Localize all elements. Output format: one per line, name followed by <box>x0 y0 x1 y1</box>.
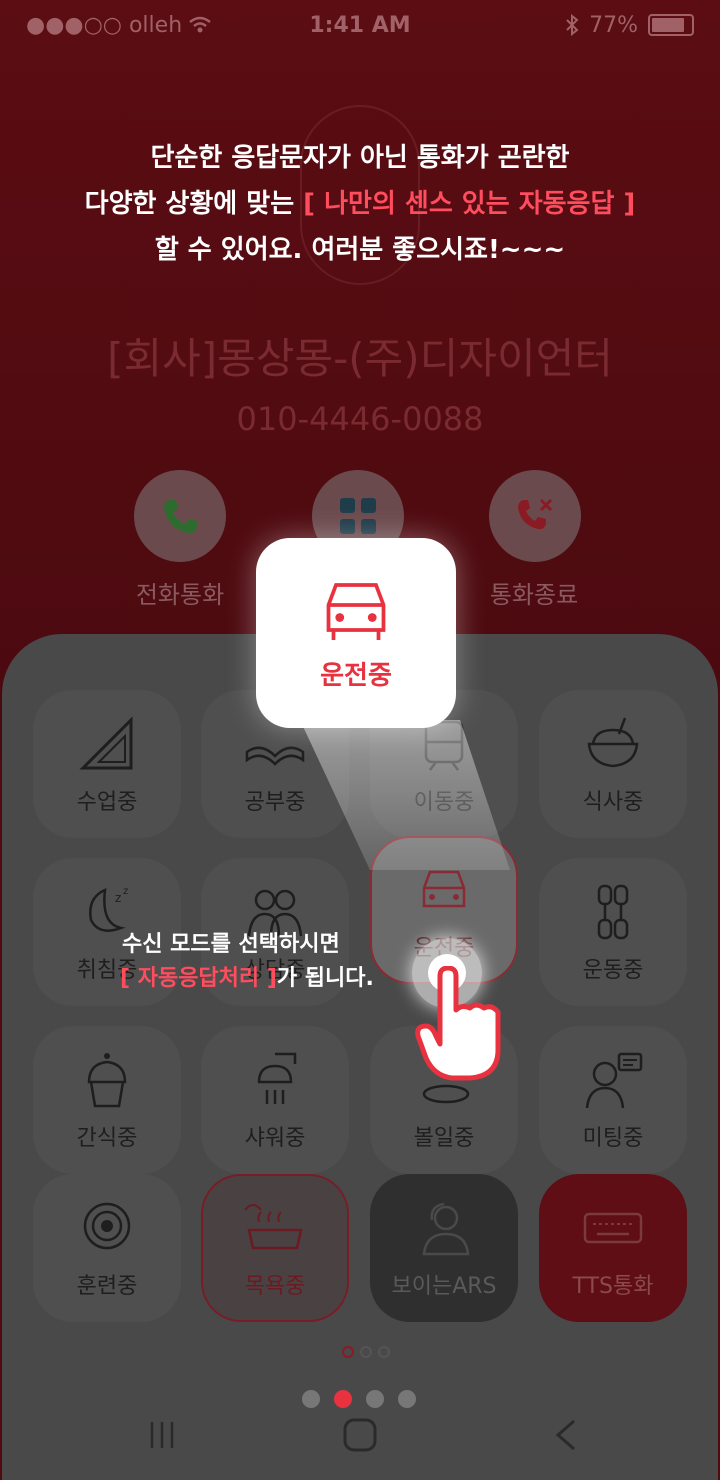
keyboard-icon <box>583 1212 643 1244</box>
tts-call-button[interactable]: TTS통화 <box>539 1174 687 1322</box>
back-button[interactable] <box>536 1410 596 1460</box>
intro-caption: 단순한 응답문자가 아닌 통화가 곤란한 다양한 상황에 맞는 [ 나만의 센스… <box>0 135 720 273</box>
tutorial-page-indicator <box>302 1390 416 1408</box>
pointing-hand-icon <box>415 966 501 1081</box>
page-dot <box>342 1346 354 1358</box>
mode-label: 목욕중 <box>244 1274 306 1299</box>
mode-exercise-button[interactable]: 운동중 <box>539 858 687 1006</box>
bathtub-icon <box>244 1204 303 1250</box>
back-icon <box>555 1419 575 1451</box>
mode-shower-button[interactable]: 샤워중 <box>201 1026 349 1174</box>
mode-meal-button[interactable]: 식사중 <box>539 690 687 838</box>
clock: 1:41 AM <box>309 12 411 38</box>
svg-text:z: z <box>123 886 128 897</box>
intro-line-2-prefix: 다양한 상황에 맞는 <box>84 189 304 219</box>
mode-label: 공부중 <box>244 790 306 815</box>
tutorial-dot-active[interactable] <box>334 1390 352 1408</box>
selected-mode-popup: 운전중 <box>256 538 456 728</box>
intro-highlight: [ 나만의 센스 있는 자동응답 ] <box>303 189 636 219</box>
tutorial-dot[interactable] <box>398 1390 416 1408</box>
mode-label: 볼일중 <box>413 1126 475 1151</box>
mode-label: 간식중 <box>76 1126 138 1151</box>
tutorial-dot[interactable] <box>302 1390 320 1408</box>
recent-apps-icon <box>150 1422 174 1448</box>
popup-label: 운전중 <box>320 660 392 691</box>
mode-label: 보이는ARS <box>391 1274 497 1299</box>
mode-label: 운동중 <box>582 958 644 983</box>
battery-percent: 77% <box>589 12 638 38</box>
answer-call-label: 전화통화 <box>135 581 225 609</box>
intro-line-3: 할 수 있어요. 여러분 좋으시죠!~~~ <box>154 235 566 265</box>
wifi-icon <box>189 16 211 33</box>
agent-icon <box>422 1202 470 1256</box>
mode-training-button[interactable]: 훈련중 <box>33 1174 181 1322</box>
intro-line-2: 다양한 상황에 맞는 [ 나만의 센스 있는 자동응답 ] <box>0 181 720 227</box>
shower-icon <box>257 1052 297 1104</box>
answer-call-button[interactable] <box>134 470 226 562</box>
mode-label: 샤워중 <box>244 1126 306 1151</box>
meeting-icon <box>585 1052 643 1109</box>
guide-highlight: [ 자동응답처리 ] <box>120 966 277 991</box>
mode-label: TTS통화 <box>572 1274 654 1299</box>
cupcake-icon <box>87 1053 127 1108</box>
mode-label: 식사중 <box>582 790 644 815</box>
car-icon <box>326 582 386 640</box>
mode-label: 훈련중 <box>76 1274 138 1299</box>
page-dot <box>360 1346 372 1358</box>
phone-icon <box>164 500 197 534</box>
svg-text:z: z <box>115 891 121 905</box>
grid-icon <box>340 498 376 534</box>
bluetooth-icon <box>566 14 579 36</box>
guide-line-2: [ 자동응답처리 ]가 됩니다. <box>120 962 374 996</box>
end-call-button[interactable] <box>489 470 581 562</box>
guide-line-1: 수신 모드를 선택하시면 <box>122 932 340 957</box>
mode-meeting-button[interactable]: 미팅중 <box>539 1026 687 1174</box>
recent-apps-button[interactable] <box>132 1410 192 1460</box>
target-icon <box>83 1202 131 1250</box>
caller-name: [회사]몽상몽-(주)디자이언터 <box>107 334 613 383</box>
mode-class-button[interactable]: 수업중 <box>33 690 181 838</box>
mode-label: 이동중 <box>413 790 475 815</box>
triangle-ruler-icon <box>79 716 133 770</box>
end-call-label: 통화종료 <box>489 581 579 609</box>
mode-label: 수업중 <box>76 790 138 815</box>
status-bar: ●●●○○ olleh 1:41 AM 77% <box>0 0 720 50</box>
visual-ars-button[interactable]: 보이는ARS <box>370 1174 518 1322</box>
car-icon <box>422 870 466 908</box>
phone-reject-icon <box>518 498 553 530</box>
tutorial-dot[interactable] <box>366 1390 384 1408</box>
battery-icon <box>648 14 694 36</box>
home-button[interactable] <box>330 1410 390 1460</box>
intro-line-1: 단순한 응답문자가 아닌 통화가 곤란한 <box>150 143 570 173</box>
carrier-text: ●●●○○ olleh <box>26 12 183 38</box>
page-dot <box>378 1346 390 1358</box>
mode-bath-button[interactable]: 목욕중 <box>201 1174 349 1322</box>
dumbbell-icon <box>597 884 629 940</box>
mode-snack-button[interactable]: 간식중 <box>33 1026 181 1174</box>
sheet-page-indicator <box>342 1346 390 1358</box>
caller-number: 010-4446-0088 <box>236 400 484 438</box>
rice-bowl-icon <box>587 717 639 768</box>
guide-line-2-suffix: 가 됩니다. <box>276 966 374 991</box>
system-nav-bar <box>0 1410 720 1470</box>
mode-label: 미팅중 <box>582 1126 644 1151</box>
home-icon <box>343 1418 377 1452</box>
